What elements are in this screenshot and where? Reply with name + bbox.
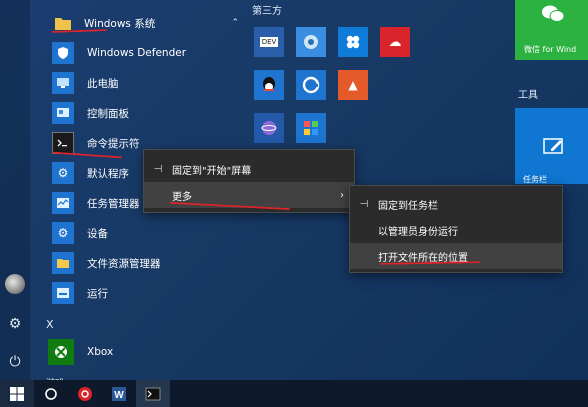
tile-app-7[interactable]: ▲ <box>338 70 368 100</box>
disc-icon <box>304 35 318 49</box>
pin-icon: ⊣ <box>359 198 369 210</box>
tile-app-4[interactable]: ☁ <box>380 27 410 57</box>
app-label: 运行 <box>87 287 108 300</box>
tile-app-3[interactable] <box>338 27 368 57</box>
tile-wechat[interactable]: 微信 for Wind <box>515 0 588 60</box>
folder-windows-system[interactable]: Windows 系统 ⌃ <box>52 8 247 38</box>
gear-icon: ⚙ <box>52 162 74 184</box>
gear-icon[interactable]: ⚙ <box>5 314 25 334</box>
app-xbox[interactable]: Xbox <box>48 337 243 367</box>
qq-icon <box>263 77 275 91</box>
menu-open-file-location[interactable]: 打开文件所在的位置 <box>350 243 562 269</box>
app-this-pc[interactable]: 此电脑 <box>52 68 247 98</box>
chevron-right-icon: › <box>340 189 344 201</box>
taskbar-word[interactable]: W <box>102 380 136 407</box>
gear-icon: ⚙ <box>52 222 74 244</box>
colorful-icon <box>304 121 318 135</box>
start-button[interactable] <box>0 380 34 407</box>
svg-text:W: W <box>114 390 124 401</box>
menu-run-as-admin[interactable]: 以管理员身份运行 <box>350 217 562 243</box>
menu-pin-start[interactable]: ⊣ 固定到"开始"屏幕 <box>144 156 354 182</box>
tile-app-8[interactable] <box>254 113 284 143</box>
tile-tools[interactable]: 任务栏 <box>515 108 588 184</box>
xbox-icon <box>48 339 74 365</box>
menu-label: 固定到任务栏 <box>378 200 438 212</box>
pin-icon: ⊣ <box>153 163 163 175</box>
word-icon: W <box>112 386 126 401</box>
run-icon <box>52 282 74 304</box>
tile-devtools[interactable]: DEV <box>254 27 284 57</box>
devtools-icon: DEV <box>259 37 279 47</box>
search-circle-icon <box>45 387 57 400</box>
control-panel-icon <box>52 102 74 124</box>
task-manager-icon <box>52 192 74 214</box>
shop-icon: ▲ <box>348 78 358 92</box>
submenu-more: ⊣ 固定到任务栏 以管理员身份运行 打开文件所在的位置 <box>349 185 563 273</box>
app-label: 默认程序 <box>87 167 129 180</box>
app-label: 文件资源管理器 <box>87 257 161 270</box>
cmd-icon <box>145 387 161 400</box>
cloud-icon: ☁ <box>388 34 402 50</box>
app-label: 命令提示符 <box>87 137 140 150</box>
menu-label: 以管理员身份运行 <box>378 226 458 238</box>
search-button[interactable] <box>34 380 68 407</box>
tile-app-9[interactable] <box>296 113 326 143</box>
tile-app-2[interactable] <box>296 27 326 57</box>
group-title-tools: 工具 <box>518 90 538 101</box>
user-avatar[interactable] <box>5 274 25 294</box>
browser-icon <box>302 76 320 94</box>
shield-icon <box>52 42 74 64</box>
taskbar: W <box>0 380 588 407</box>
cmd-icon <box>52 132 74 154</box>
app-label: Xbox <box>87 346 114 358</box>
app-label: 设备 <box>87 227 108 240</box>
dots-icon <box>346 35 360 49</box>
folder-label: Windows 系统 <box>84 17 156 30</box>
chevron-up-icon[interactable]: ⌃ <box>231 18 239 28</box>
netease-music-icon <box>78 386 92 401</box>
taskbar-netease-music[interactable] <box>68 380 102 407</box>
folder-icon <box>52 252 74 274</box>
group-title-third-party: 第三方 <box>252 6 282 17</box>
computer-icon <box>52 72 74 94</box>
app-label: Windows Defender <box>87 47 187 59</box>
wechat-icon <box>542 5 565 22</box>
wechat-label: 微信 for Wind <box>524 45 577 54</box>
menu-label: 更多 <box>172 191 192 203</box>
app-label: 任务管理器 <box>87 197 140 210</box>
app-control-panel[interactable]: 控制面板 <box>52 98 247 128</box>
windows-logo-icon <box>10 386 24 401</box>
app-run[interactable]: 运行 <box>52 278 247 308</box>
tile-edge[interactable] <box>296 70 326 100</box>
app-file-explorer[interactable]: 文件资源管理器 <box>52 248 247 278</box>
taskbar-cmd[interactable] <box>136 380 170 407</box>
tile-qq[interactable] <box>254 70 284 100</box>
edit-icon <box>543 138 563 154</box>
tools-tile-label: 任务栏 <box>523 175 547 184</box>
menu-pin-taskbar[interactable]: ⊣ 固定到任务栏 <box>350 191 562 217</box>
app-label: 控制面板 <box>87 107 129 120</box>
app-label: 此电脑 <box>87 77 119 90</box>
sphere-icon <box>261 121 277 135</box>
menu-label: 固定到"开始"屏幕 <box>172 165 252 177</box>
app-devices[interactable]: ⚙ 设备 <box>52 218 247 248</box>
app-windows-defender[interactable]: Windows Defender <box>52 38 247 68</box>
section-letter-x[interactable]: X <box>46 318 54 331</box>
power-icon[interactable]: ⏻ <box>5 352 25 372</box>
